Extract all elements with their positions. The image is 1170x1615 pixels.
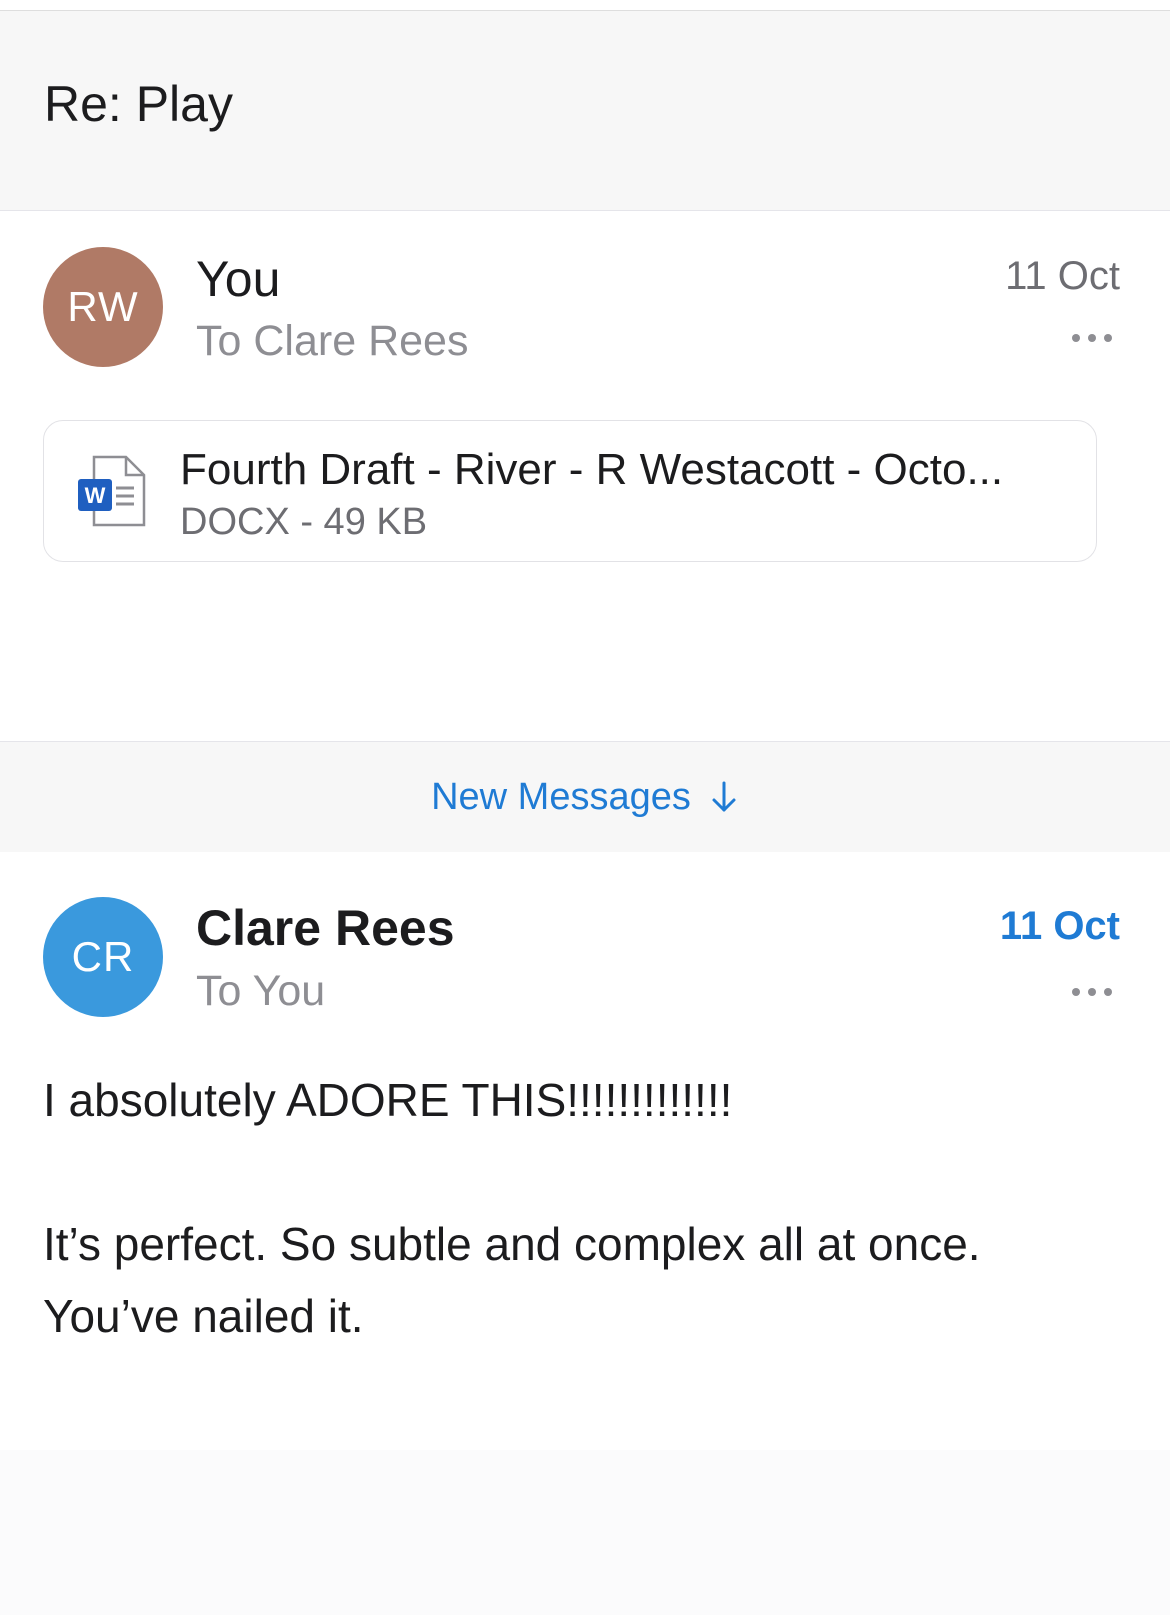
avatar-initials: RW — [67, 283, 139, 330]
svg-text:W: W — [85, 483, 106, 508]
arrow-down-icon — [712, 781, 736, 812]
message-you[interactable]: RW You To Clare Rees 11 Oct W Fourth Dra… — [0, 211, 1170, 741]
bottom-area — [0, 1450, 1170, 1615]
message-body-line: I absolutely ADORE THIS!!!!!!!!!!!!! — [43, 1074, 733, 1126]
more-options-icon[interactable] — [1072, 332, 1112, 344]
message-body-line: It’s perfect. So subtle and complex all … — [43, 1218, 981, 1270]
message-date: 11 Oct — [999, 904, 1120, 948]
recipient-line: To Clare Rees — [196, 317, 469, 365]
avatar: RW — [43, 247, 163, 367]
avatar-initials: CR — [71, 933, 135, 980]
message-body-line: You’ve nailed it. — [43, 1290, 364, 1342]
word-document-icon: W — [78, 455, 146, 527]
recipient-line: To You — [196, 967, 326, 1015]
avatar: CR — [43, 897, 163, 1017]
attachment-name: Fourth Draft - River - R Westacott - Oct… — [180, 445, 1004, 494]
sender-name: Clare Rees — [196, 900, 455, 956]
attachment-meta: DOCX - 49 KB — [180, 501, 428, 543]
new-messages-button[interactable]: New Messages — [0, 741, 1170, 853]
more-options-icon[interactable] — [1072, 986, 1112, 998]
new-messages-label: New Messages — [431, 776, 691, 818]
sender-name: You — [196, 251, 281, 307]
attachment-card[interactable]: W Fourth Draft - River - R Westacott - O… — [43, 420, 1097, 562]
thread-subject: Re: Play — [44, 76, 233, 132]
message-clare-rees[interactable]: CR Clare Rees To You 11 Oct I absolutely… — [0, 852, 1170, 1450]
message-date: 11 Oct — [1005, 254, 1120, 298]
thread-header: Re: Play — [0, 11, 1170, 211]
